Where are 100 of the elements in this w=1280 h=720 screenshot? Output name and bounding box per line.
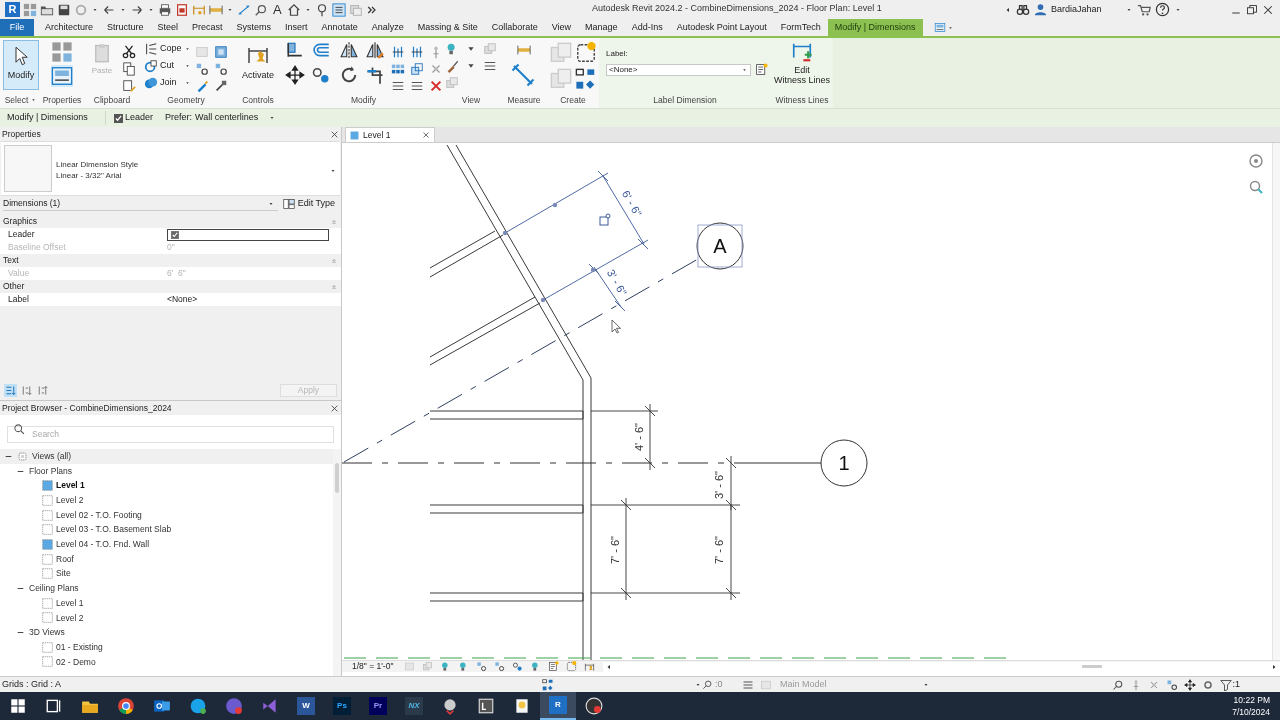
align-icon[interactable] (284, 41, 305, 59)
categorized-icon[interactable] (4, 383, 17, 397)
mirror-axis-icon[interactable] (338, 41, 359, 59)
app-logo[interactable]: R (5, 2, 20, 17)
tree-item[interactable]: Level 2 (56, 494, 84, 507)
value-field[interactable] (167, 228, 329, 241)
scale-dropdown[interactable]: 1/8" = 1'-0" (342, 660, 404, 673)
dimension-text[interactable]: 4' - 6" (632, 423, 645, 451)
edit-witness-lines-button[interactable]: Edit Witness Lines (774, 38, 830, 92)
brush-icon[interactable] (445, 59, 459, 73)
ribbon-tab[interactable]: Annotate (314, 19, 365, 36)
dimension-text[interactable]: 3' - 6" (712, 471, 725, 499)
steering-wheel-icon[interactable] (1248, 153, 1264, 169)
app-icon[interactable]: R (549, 696, 567, 714)
document-tab[interactable]: Level 1 (345, 127, 435, 142)
document-icon[interactable] (175, 2, 189, 17)
match-properties-icon[interactable] (122, 79, 136, 93)
ribbon-tab[interactable]: Architecture (38, 19, 101, 36)
app-icon[interactable]: NX (405, 697, 423, 715)
vertical-scrollbar[interactable] (1272, 143, 1280, 660)
ribbon-tab[interactable]: Analyze (364, 19, 411, 36)
task-view-icon[interactable] (45, 697, 63, 715)
user-name[interactable]: BardiaJahan (1051, 2, 1121, 17)
print-icon[interactable] (158, 2, 172, 17)
ribbon-tab[interactable]: Precast (185, 19, 230, 36)
dimension-line[interactable] (725, 455, 737, 511)
tree-item[interactable]: Ceiling Plans (29, 582, 79, 595)
geometry-tool-button[interactable]: Cut (144, 58, 191, 73)
thin-lines-icon[interactable] (331, 2, 346, 17)
ribbon-tab[interactable]: Add-Ins (624, 19, 670, 36)
ribbon-tab[interactable]: Collaborate (484, 19, 545, 36)
horizontal-scrollbar[interactable] (603, 661, 1280, 672)
ribbon-tab[interactable]: Manage (578, 19, 625, 36)
search-field[interactable]: Search (7, 425, 334, 443)
zoom-icon[interactable] (1248, 179, 1264, 195)
close-icon[interactable] (330, 403, 339, 413)
dimension-text[interactable]: 7' - 6" (712, 536, 725, 564)
close-icon[interactable] (330, 129, 339, 139)
cart-icon[interactable] (1137, 2, 1151, 17)
paint-icon[interactable] (195, 79, 209, 93)
sort-descending-icon[interactable] (36, 383, 49, 397)
leader-checkbox[interactable]: Leader (114, 111, 154, 125)
tree-item[interactable]: Views (all) (32, 449, 72, 463)
restore-icon[interactable] (1246, 3, 1258, 16)
property-value[interactable]: <None> (167, 293, 198, 306)
scissors-icon[interactable] (122, 45, 136, 59)
user-icon[interactable] (1034, 3, 1047, 16)
filter-icon[interactable] (1220, 678, 1233, 691)
hammer-icon[interactable] (214, 79, 228, 93)
ribbon-tab[interactable]: Structure (100, 19, 151, 36)
ribbon-tab[interactable]: Systems (229, 19, 279, 36)
text-grip-icon[interactable] (599, 213, 611, 226)
ribbon-tab[interactable]: Modify | Dimensions (827, 19, 923, 36)
app-icon[interactable]: Pr (369, 697, 387, 715)
switch-windows-icon[interactable] (348, 2, 363, 17)
binoculars-icon[interactable] (1016, 2, 1030, 17)
geometry-tool-button[interactable]: Cope (144, 41, 191, 56)
windows-start-icon[interactable] (9, 697, 27, 715)
ribbon-tab[interactable]: FormTech (773, 19, 828, 36)
category-dropdown[interactable]: Dimensions (1) (3, 197, 278, 211)
app-icon[interactable]: Ps (333, 697, 351, 715)
activate-button[interactable]: Activate (242, 38, 274, 92)
worksets-icon[interactable] (542, 678, 554, 691)
modify-button[interactable]: Modify (3, 40, 39, 90)
mirror-draw-icon[interactable] (364, 41, 385, 59)
tree-item[interactable]: 01 - Existing (56, 640, 103, 654)
scrollbar[interactable] (333, 449, 341, 676)
app-icon[interactable]: W (297, 697, 315, 715)
tree-item[interactable]: Level 2 (56, 611, 84, 625)
tree-item[interactable]: 3D Views (29, 626, 65, 639)
dimension-text[interactable]: 6' - 6" (619, 188, 645, 219)
tree-item[interactable]: Level 1 (56, 479, 85, 493)
ribbon-tab[interactable]: File (0, 19, 34, 36)
delete-icon[interactable] (428, 79, 443, 93)
close-icon[interactable] (422, 131, 430, 139)
dimension-text[interactable]: 3' - 6" (604, 267, 630, 298)
move-icon[interactable] (284, 65, 305, 85)
tree-item[interactable]: Floor Plans (29, 464, 72, 478)
prefer-dropdown[interactable]: Wall centerlines (195, 111, 277, 125)
tree-item[interactable]: Site (56, 567, 71, 581)
home-icon[interactable] (286, 2, 301, 17)
save-icon[interactable] (57, 2, 71, 17)
tree-item[interactable]: Level 04 - T.O. Fnd. Wall (56, 538, 150, 551)
ribbon-tab[interactable]: View (544, 19, 579, 36)
scale-icon[interactable] (409, 62, 424, 76)
array-icon[interactable] (390, 62, 405, 76)
drag-elements-icon[interactable] (1184, 678, 1197, 691)
panel-label[interactable]: Select (4, 93, 29, 107)
ribbon-tab[interactable]: Autodesk Point Layout (669, 19, 774, 36)
aligned-dimension-icon[interactable] (510, 63, 536, 87)
ribbon-tab[interactable]: Insert (278, 19, 315, 36)
tree-item[interactable]: Level 03 - T.O. Basement Slab (56, 523, 172, 537)
label-dropdown[interactable]: <None> (606, 63, 751, 76)
type-selector[interactable]: Linear Dimension Style Linear - 3/32" Arial (1, 141, 340, 196)
tree-item[interactable]: 02 - Demo (56, 655, 96, 669)
text-tool-glyph[interactable]: A (271, 3, 284, 16)
dimension-line[interactable] (588, 263, 626, 312)
tree-item[interactable]: Level 1 (56, 596, 84, 610)
sort-ascending-icon[interactable] (20, 383, 33, 397)
copy-elements-icon[interactable] (310, 65, 331, 85)
